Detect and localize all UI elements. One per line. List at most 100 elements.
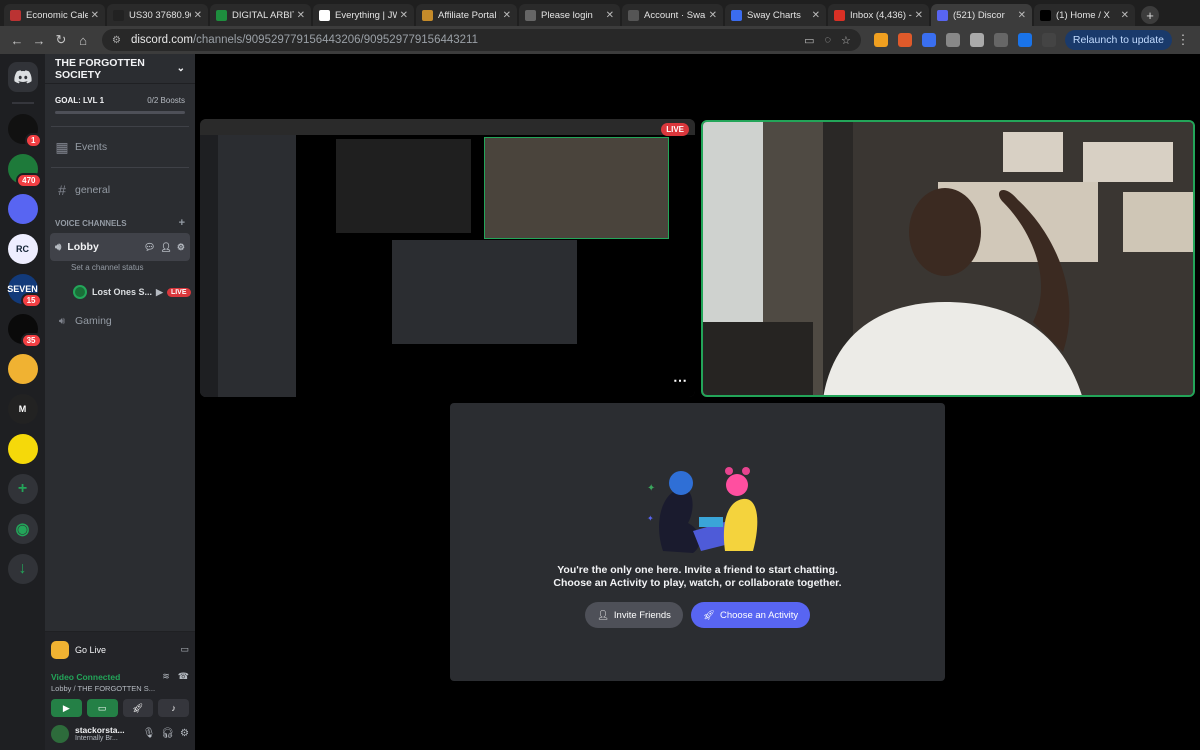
server-icon[interactable]: 470 (7, 154, 42, 188)
server-icon[interactable]: SEVEN 15 (7, 274, 42, 308)
browser-tab[interactable]: Sway Charts ✕ (725, 4, 826, 26)
server-icon[interactable]: RC (7, 234, 38, 264)
browser-tab[interactable]: Economic Calen✕ (4, 4, 105, 26)
close-icon[interactable]: ✕ (915, 10, 923, 21)
close-icon[interactable]: ✕ (606, 10, 614, 21)
browser-tab[interactable]: Please login ✕ (519, 4, 620, 26)
invite-friends-button[interactable]: 👤︎ Invite Friends (584, 602, 683, 628)
close-icon[interactable]: ✕ (1121, 10, 1129, 21)
tab-favicon-icon (731, 9, 742, 21)
browser-tab[interactable]: Affiliate Portal | ✕ (416, 4, 517, 26)
tab-favicon-icon (525, 9, 536, 21)
close-icon[interactable]: ✕ (503, 10, 511, 21)
add-server-icon[interactable]: + (7, 474, 38, 504)
voice-channel-gaming[interactable]: 🔊︎ Gaming (45, 307, 195, 335)
boost-goal[interactable]: GOAL: LVL 1 0/2 Boosts (45, 84, 195, 105)
side-panel-icon[interactable] (1017, 33, 1032, 47)
divider (51, 167, 189, 168)
menu-kebab-icon[interactable]: ⋮ (1172, 29, 1194, 51)
disconnect-icon[interactable]: ☎ (178, 671, 189, 682)
headphones-icon[interactable]: 🎧︎ (161, 728, 174, 739)
channel-general[interactable]: # general (45, 176, 195, 204)
browser-tab[interactable]: Everything | JW ✕ (313, 4, 414, 26)
divider (51, 126, 189, 127)
screen-share-icon[interactable]: ▭ (180, 644, 189, 655)
events-label: Events (75, 141, 108, 153)
download-icon[interactable]: ↓ (7, 554, 38, 584)
invite-icon[interactable]: 👤︎ (160, 242, 171, 253)
voice-channel-lobby[interactable]: 🔊︎ Lobby 💬︎ 👤︎ ⚙ (50, 233, 190, 261)
browser-tab[interactable]: (1) Home / X ✕ (1034, 4, 1135, 26)
tab-favicon-icon (10, 9, 21, 21)
activity-rocket-button[interactable]: 🚀︎ (122, 699, 154, 717)
server-icon[interactable] (7, 354, 38, 384)
close-icon[interactable]: ✕ (194, 10, 202, 21)
gear-icon[interactable]: ⚙ (180, 728, 189, 739)
extension-icon[interactable] (897, 33, 912, 47)
more-options-icon[interactable]: ⋯ (673, 372, 687, 389)
gear-icon[interactable]: ⚙ (177, 242, 185, 253)
close-icon[interactable]: ✕ (1018, 10, 1026, 21)
go-live-bar[interactable]: Go Live ▭ (45, 631, 195, 667)
browser-tab[interactable]: (521) Discor ✕ (931, 4, 1032, 26)
calendar-icon: ▦ (55, 138, 69, 155)
home-icon[interactable]: ⌂ (72, 29, 94, 51)
extension-icon[interactable] (945, 33, 960, 47)
profile-icon[interactable] (1041, 33, 1056, 47)
discord-home-icon[interactable] (7, 62, 38, 92)
bookmark-star-icon[interactable]: ☆ (841, 34, 851, 47)
server-icon[interactable]: M (7, 394, 38, 424)
browser-tab[interactable]: Inbox (4,436) - ✕ (828, 4, 929, 26)
soundboard-button[interactable]: ♪ (158, 699, 189, 717)
browser-tab[interactable]: DIGITAL ARBITR✕ (210, 4, 311, 26)
channel-status[interactable]: Set a channel status (45, 263, 195, 277)
avatar[interactable] (51, 724, 69, 743)
close-icon[interactable]: ✕ (297, 10, 305, 21)
connection-status[interactable]: Video Connected (51, 672, 120, 682)
video-icon: ▶ (156, 286, 163, 297)
camera-icon[interactable]: ▭ (804, 34, 814, 47)
go-live-label: Go Live (75, 644, 107, 655)
add-channel-icon[interactable]: + (179, 217, 185, 229)
back-icon[interactable]: ← (6, 29, 28, 51)
new-tab-button[interactable]: + (1141, 6, 1159, 24)
eye-off-icon[interactable]: ◌ (825, 34, 832, 46)
extension-icon[interactable] (873, 33, 888, 47)
camera-tile[interactable] (701, 120, 1195, 397)
server-icon[interactable] (7, 194, 38, 224)
chat-icon[interactable]: 💬︎ (144, 242, 155, 253)
tab-title: Sway Charts (747, 9, 801, 21)
close-icon[interactable]: ✕ (400, 10, 408, 21)
voice-connection-panel: Video Connected ≋ ☎ Lobby / THE FORGOTTE… (45, 667, 195, 717)
relaunch-button[interactable]: Relaunch to update (1064, 30, 1172, 50)
noise-icon[interactable]: ≋ (162, 671, 170, 682)
server-icon[interactable]: 1 (7, 114, 42, 148)
microphone-icon[interactable]: 🎙︎ (143, 728, 156, 739)
server-header[interactable]: THE FORGOTTEN SOCIETY ⌄ (45, 54, 195, 84)
close-icon[interactable]: ✕ (812, 10, 820, 21)
server-icon[interactable] (7, 434, 38, 464)
shared-screen-guilds (200, 135, 218, 397)
username[interactable]: stackorsta... (75, 725, 125, 735)
close-icon[interactable]: ✕ (709, 10, 717, 21)
extension-icon[interactable] (969, 33, 984, 47)
browser-tab[interactable]: US30 37680.96 ✕ (107, 4, 208, 26)
screen-share-tile[interactable]: LIVE ⋯ (200, 119, 695, 397)
camera-toggle-button[interactable]: ▶ (51, 699, 82, 717)
choose-activity-button[interactable]: 🚀︎ Choose an Activity (690, 602, 811, 628)
reload-icon[interactable]: ↻ (50, 29, 72, 51)
extension-icon[interactable] (921, 33, 936, 47)
voice-category[interactable]: VOICE CHANNELS + (45, 216, 195, 230)
close-icon[interactable]: ✕ (91, 10, 99, 21)
extensions-puzzle-icon[interactable] (993, 33, 1008, 47)
url-host: discord.com (130, 34, 193, 46)
voice-member[interactable]: Lost Ones S... ▶ LIVE (45, 281, 195, 303)
browser-tab[interactable]: Account · Swa ✕ (622, 4, 723, 26)
events-item[interactable]: ▦ Events (45, 133, 195, 161)
url-input[interactable]: ⚙ discord.com/channels/90952977915644320… (102, 29, 861, 51)
site-info-icon[interactable]: ⚙ (112, 35, 121, 46)
server-icon[interactable]: 35 (7, 314, 42, 348)
forward-icon[interactable]: → (28, 29, 50, 51)
screen-share-button[interactable]: ▭ (86, 699, 118, 717)
explore-icon[interactable]: ◉ (7, 514, 38, 544)
